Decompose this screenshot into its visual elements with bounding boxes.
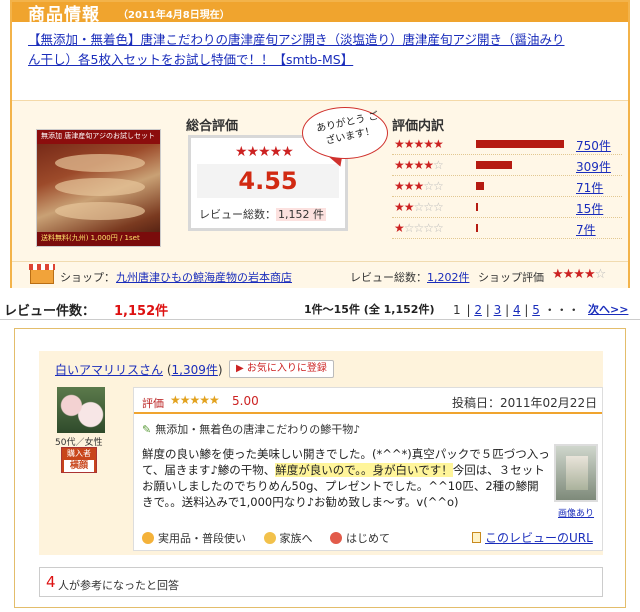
review-rating-stars: ★★★★★ [170, 393, 220, 407]
rating-summary-area: 無添加 唐津産旬アジのお試しセット 送料無料(九州) 1,000円 / 1set… [12, 100, 628, 288]
review-url: このレビューのURL [472, 529, 593, 546]
breakdown-bar [476, 224, 478, 232]
breakdown-bar [476, 203, 478, 211]
pencil-icon: ✎ [142, 423, 152, 436]
review-count-value: 1,152件 [114, 304, 169, 319]
product-link[interactable]: 【無添加・無着色】唐津こだわりの唐津産旬アジ開き（淡塩造り）唐津産旬アジ開き（醤… [28, 30, 568, 70]
review-date: 投稿日：2011年02月22日 [452, 396, 598, 410]
breakdown-bar [476, 182, 484, 190]
thanks-speech-bubble: ありがとう ございます！ [302, 107, 388, 159]
breakdown-bar [476, 161, 512, 169]
overall-review-count: レビュー総数： 1,152 件 [199, 208, 326, 221]
review-title: ✎ 無添加・無着色の唐津こだわりの鯵干物♪ [142, 423, 361, 436]
review-photo[interactable] [554, 444, 598, 502]
breakdown-bar [476, 140, 564, 148]
helpful-box: 4 人が参考になったと回答 [39, 567, 603, 597]
helpful-count: 4 [46, 573, 56, 591]
shop-link[interactable]: 九州唐津ひもの鯨海産物の岩本商店 [116, 269, 292, 285]
overall-rating-label: 総合評価 [186, 119, 239, 134]
review-list-header: レビュー件数： 1,152件 1件〜15件 (全 1,152件) 1 | 2 |… [0, 294, 640, 320]
rating-breakdown-row: ★★★☆☆ 71件 [392, 177, 622, 197]
page-link[interactable]: 3 [494, 303, 502, 317]
buyer-badge[interactable]: 購入者 横顔 [61, 447, 97, 473]
breakdown-stars: ★☆☆☆☆ [394, 221, 444, 235]
breakdown-stars: ★★★★☆ [394, 158, 444, 172]
shop-row: ショップ： 九州唐津ひもの鯨海産物の岩本商店 レビュー総数：1,202件 ショッ… [12, 261, 628, 287]
review-rating-score: 5.00 [232, 394, 259, 408]
rating-breakdown-row: ★★☆☆☆ 15件 [392, 198, 622, 218]
review-body: 評価 ★★★★★ 5.00 投稿日：2011年02月22日 ✎ 無添加・無着色の唐… [133, 387, 603, 551]
shop-review-count: レビュー総数：1,202件 [350, 271, 470, 284]
product-image-caption: 無添加 唐津産旬アジのお試しセット [41, 132, 155, 140]
review-rating-row: 評価 ★★★★★ 5.00 投稿日：2011年02月22日 [134, 388, 602, 414]
page-current: 1 [453, 303, 461, 317]
add-favorite-button[interactable]: ▶ お気に入りに登録 [229, 360, 334, 378]
shop-eval-label: ショップ評価 [478, 271, 544, 284]
document-icon [472, 532, 481, 543]
review-card: 白いアマリリスさん (1,309件) ▶ お気に入りに登録 50代／女性 購入者… [14, 328, 626, 608]
reviewer-name-link[interactable]: 白いアマリリスさん [55, 363, 163, 377]
product-image[interactable]: 無添加 唐津産旬アジのお試しセット 送料無料(九州) 1,000円 / 1set [36, 129, 161, 247]
rating-breakdown-label: 評価内訳 [392, 119, 445, 134]
family-icon [263, 532, 276, 544]
reviewer-avatar[interactable] [57, 387, 105, 433]
gift-icon [330, 532, 342, 544]
page-link[interactable]: 2 [474, 303, 482, 317]
page-ellipsis: ・・・ [543, 303, 580, 317]
product-info-date: （2011年4月8日現在） [118, 10, 230, 21]
review-text-highlight: 鮮度が良いので。。身が白いです！ [275, 463, 453, 477]
review-photo-link[interactable]: 画像あり [558, 506, 594, 519]
thanks-bubble-text: ありがとう ございます！ [315, 110, 380, 147]
next-page-link[interactable]: 次へ>> [588, 301, 628, 317]
shop-label: ショップ： [60, 271, 115, 284]
rating-breakdown-row: ★★★★☆ 309件 [392, 156, 622, 176]
page-link[interactable]: 4 [513, 303, 521, 317]
helpful-text: 人が参考になったと回答 [58, 579, 179, 592]
review-rating-label: 評価 [142, 397, 164, 410]
pagination: 1 | 2 | 3 | 4 | 5 ・・・ [453, 303, 580, 317]
overall-rating-score: 4.55 [197, 164, 339, 198]
review-count-label: レビュー件数： [4, 304, 96, 319]
breakdown-count-link[interactable]: 309件 [576, 158, 611, 175]
review-tag: 家族へ [279, 532, 313, 545]
reviewer-review-count-link[interactable]: 1,309件 [172, 363, 218, 377]
product-info-header: 商品情報 （2011年4月8日現在） [12, 2, 628, 25]
page-link[interactable]: 5 [532, 303, 540, 317]
product-info-title: 商品情報 [28, 5, 100, 25]
review-url-link[interactable]: このレビューのURL [485, 531, 593, 545]
shop-icon [29, 264, 55, 284]
shop-rating-stars: ★★★★☆ [552, 267, 606, 282]
shop-review-count-link[interactable]: 1,202件 [427, 271, 470, 284]
breakdown-stars: ★★☆☆☆ [394, 200, 444, 214]
breakdown-stars: ★★★★★ [394, 137, 444, 151]
product-info-panel: 商品情報 （2011年4月8日現在） 【無添加・無着色】唐津こだわりの唐津産旬ア… [10, 0, 630, 288]
rating-breakdown-row: ★☆☆☆☆ 7件 [392, 219, 622, 239]
review-tag: はじめて [346, 532, 390, 545]
rating-breakdown-row: ★★★★★ 750件 [392, 135, 622, 155]
breakdown-count-link[interactable]: 750件 [576, 137, 611, 154]
review-text: 鮮度の良い鯵を使った美味しい開きでした。(*^^*)真空パックで５匹づつ入って、… [142, 447, 550, 509]
reviewer-line: 白いアマリリスさん (1,309件) [55, 363, 223, 377]
breakdown-stars: ★★★☆☆ [394, 179, 444, 193]
review-inner: 白いアマリリスさん (1,309件) ▶ お気に入りに登録 50代／女性 購入者… [39, 351, 603, 555]
review-tag: 実用品・普段使い [158, 532, 246, 545]
breakdown-count-link[interactable]: 15件 [576, 200, 603, 217]
overall-rating-stars: ★★★★★ [235, 144, 294, 160]
product-image-price: 送料無料(九州) 1,000円 / 1set [41, 234, 140, 242]
hand-icon [142, 532, 154, 544]
review-tags: 実用品・普段使い 家族へ はじめて [142, 530, 404, 546]
breakdown-count-link[interactable]: 71件 [576, 179, 603, 196]
breakdown-count-link[interactable]: 7件 [576, 221, 596, 238]
review-range: 1件〜15件 (全 1,152件) [304, 303, 435, 316]
